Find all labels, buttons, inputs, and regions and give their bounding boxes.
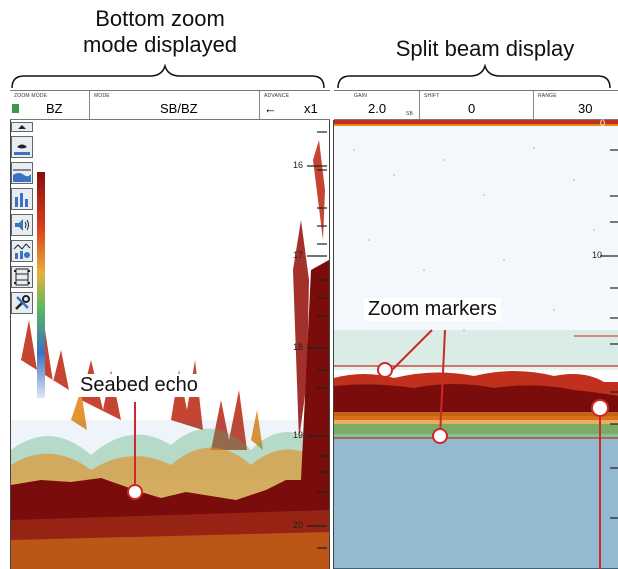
callout-leaders: [127, 329, 609, 569]
zoom-markers-callout: Zoom markers: [364, 298, 501, 321]
seabed-echo-callout: Seabed echo: [76, 374, 202, 397]
